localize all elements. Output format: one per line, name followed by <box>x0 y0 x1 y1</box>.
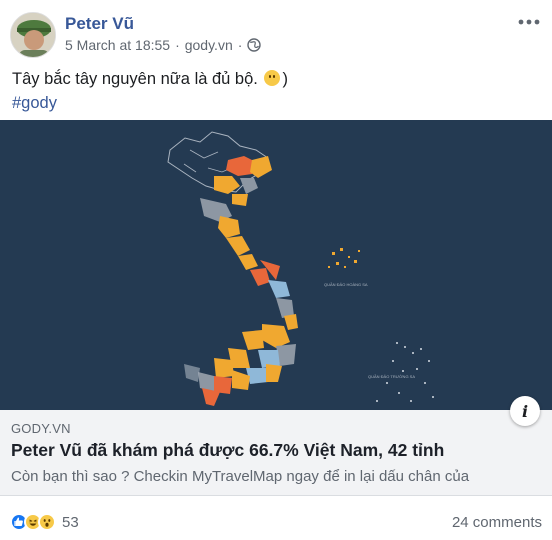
wow-icon <box>38 513 56 531</box>
comments-count[interactable]: 24 comments <box>452 514 542 531</box>
post-text: Tây bắc tây nguyên nữa là đủ bộ. ) #gody <box>12 67 288 115</box>
post-source[interactable]: gody.vn <box>185 37 233 53</box>
post-date[interactable]: 5 March at 18:55 <box>65 37 170 53</box>
post-meta: 5 March at 18:55 · gody.vn · <box>65 37 262 53</box>
paracel-label: QUẦN ĐẢO HOÀNG SA <box>324 282 368 287</box>
meta-separator: · <box>237 37 243 53</box>
link-description: Còn bạn thì sao ? Checkin MyTravelMap ng… <box>11 468 470 485</box>
info-icon[interactable]: i <box>510 396 540 426</box>
link-domain: GODY.VN <box>11 421 71 436</box>
spratly-label: QUẦN ĐẢO TRƯỜNG SA <box>368 374 415 379</box>
meta-separator: · <box>175 37 180 53</box>
post-text-end: ) <box>282 70 288 88</box>
more-options-icon[interactable] <box>512 10 546 34</box>
smile-emoji-icon <box>264 70 281 86</box>
link-title[interactable]: Peter Vũ đã khám phá được 66.7% Việt Nam… <box>11 440 444 461</box>
link-preview-image[interactable]: QUẦN ĐẢO HOÀNG SA QUẦN ĐẢO TRƯỜNG SA <box>0 120 552 410</box>
hashtag-link[interactable]: #gody <box>12 91 288 115</box>
avatar[interactable] <box>10 12 56 58</box>
reaction-count[interactable]: 53 <box>62 514 79 531</box>
post-text-line: Tây bắc tây nguyên nữa là đủ bộ. <box>12 70 258 88</box>
reactions-summary[interactable]: 53 <box>10 513 79 531</box>
globe-icon[interactable] <box>247 38 262 52</box>
author-name[interactable]: Peter Vũ <box>65 14 134 34</box>
link-preview[interactable]: GODY.VN Peter Vũ đã khám phá được 66.7% … <box>0 410 552 496</box>
post-footer: 53 24 comments <box>0 500 552 540</box>
post-header: Peter Vũ 5 March at 18:55 · gody.vn · <box>0 0 552 62</box>
